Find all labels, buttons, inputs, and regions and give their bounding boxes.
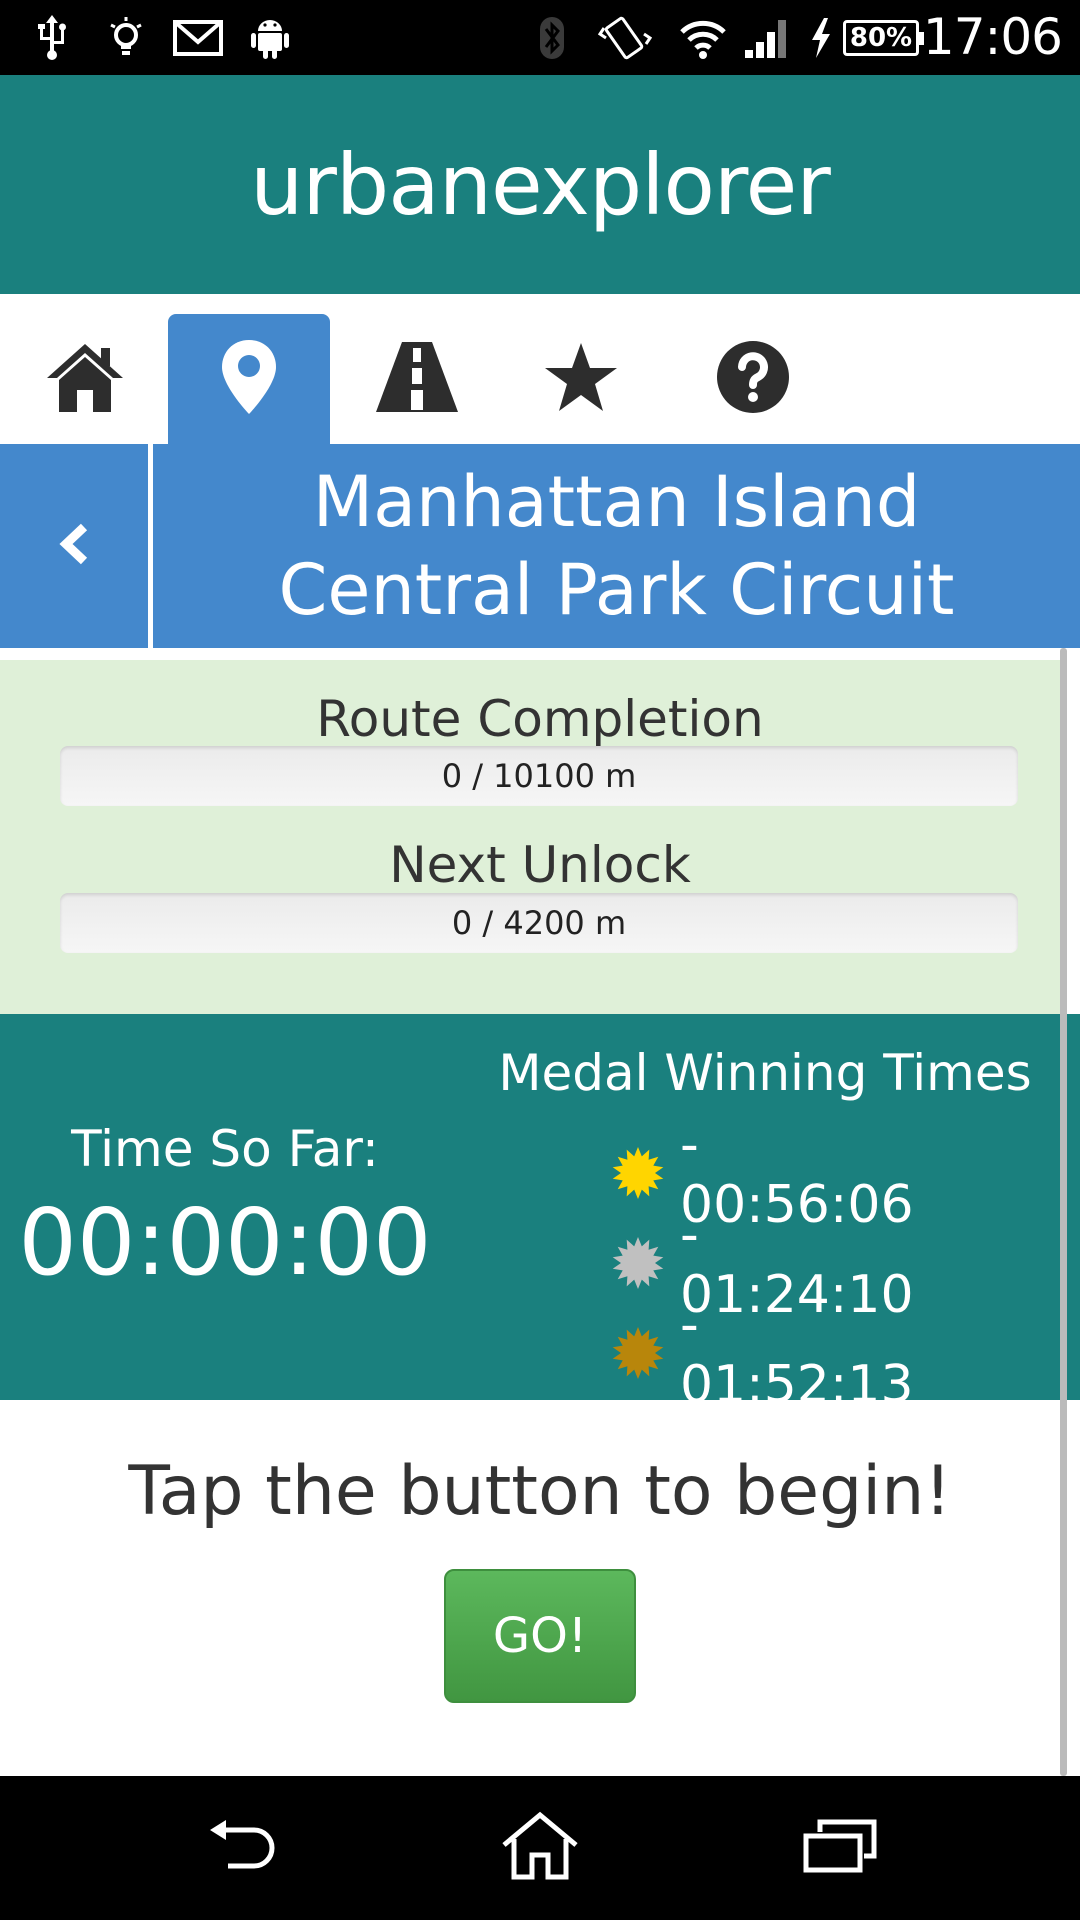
charging-icon (806, 14, 836, 62)
scrollbar[interactable] (1060, 648, 1067, 1776)
navigation-bar (0, 1776, 1080, 1920)
route-completion-label: Route Completion (316, 690, 764, 748)
tab-favorites[interactable] (500, 314, 662, 444)
tab-map[interactable] (168, 314, 330, 444)
next-unlock-label: Next Unlock (389, 836, 691, 894)
medal-row-bronze: - 01:52:13 (610, 1295, 940, 1415)
time-section: Time So Far: 00:00:00 Medal Winning Time… (0, 1014, 1080, 1415)
road-icon (374, 340, 460, 419)
medal-row-silver: - 01:24:10 (610, 1205, 940, 1325)
nav-back-button[interactable] (180, 1806, 300, 1890)
signal-icon (742, 14, 792, 62)
route-completion-text: 0 / 10100 m (441, 757, 637, 795)
wifi-icon (678, 14, 728, 62)
home-icon (45, 340, 125, 419)
route-completion-bar: 0 / 10100 m (60, 746, 1018, 806)
go-button[interactable]: GO! (444, 1569, 636, 1703)
route-header: Manhattan Island Central Park Circuit (0, 444, 1080, 648)
divider (0, 648, 1080, 660)
android-icon (246, 14, 294, 62)
next-unlock-bar: 0 / 4200 m (60, 893, 1018, 953)
app-title: urbanexplorer (250, 135, 831, 234)
next-unlock-text: 0 / 4200 m (451, 904, 627, 942)
progress-section: Route Completion 0 / 10100 m Next Unlock… (0, 660, 1062, 1014)
home-outline-icon (500, 1811, 580, 1886)
vibrate-icon (598, 14, 652, 62)
bluetooth-icon (534, 14, 570, 62)
route-title-line1: Manhattan Island (312, 461, 921, 543)
time-so-far-label: Time So Far: (71, 1120, 379, 1178)
star-icon (543, 341, 619, 418)
chevron-left-icon (56, 521, 92, 572)
tab-home[interactable] (4, 314, 166, 444)
gold-medal-icon (610, 1145, 666, 1205)
back-button[interactable] (0, 444, 148, 648)
status-bar: 80% 17:06 (0, 0, 1080, 75)
usb-icon (30, 14, 74, 62)
tab-bar (0, 294, 1080, 444)
clock: 17:06 (922, 8, 1063, 66)
instruction-text: Tap the button to begin! (128, 1452, 952, 1531)
silver-medal-icon (610, 1235, 666, 1295)
battery-indicator: 80% (843, 20, 924, 56)
tab-routes[interactable] (336, 314, 498, 444)
back-icon (200, 1816, 280, 1881)
bronze-medal-icon (610, 1325, 666, 1385)
lightbulb-icon (104, 14, 148, 62)
gmail-icon (172, 14, 224, 62)
map-marker-icon (220, 338, 278, 421)
route-title: Manhattan Island Central Park Circuit (153, 444, 1080, 648)
bronze-time: - 01:52:13 (680, 1295, 914, 1415)
recents-icon (802, 1818, 878, 1879)
route-title-line2: Central Park Circuit (278, 549, 955, 631)
medal-times-title: Medal Winning Times (498, 1044, 1032, 1102)
nav-home-button[interactable] (480, 1806, 600, 1890)
medal-row-gold: - 00:56:06 (610, 1115, 940, 1235)
nav-recents-button[interactable] (780, 1806, 900, 1890)
app-header: urbanexplorer (0, 75, 1080, 294)
tab-help[interactable] (672, 314, 834, 444)
question-circle-icon (715, 339, 791, 420)
time-so-far-value: 00:00:00 (18, 1189, 432, 1296)
